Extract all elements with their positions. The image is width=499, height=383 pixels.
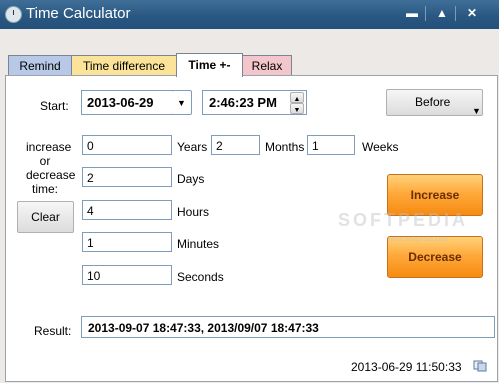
title-separator [455, 6, 456, 21]
client-area: Remind Time difference Time +- Relax Sta… [0, 29, 499, 383]
time-up-spinner[interactable]: ▲ [290, 92, 304, 103]
hours-input[interactable]: 4 [82, 200, 172, 220]
minutes-label: Minutes [177, 237, 220, 251]
tab-time-plus-minus[interactable]: Time +- [176, 53, 243, 77]
months-input[interactable]: 2 [211, 135, 260, 155]
result-output: 2013-09-07 18:47:33, 2013/09/07 18:47:33 [81, 316, 495, 338]
title-separator [425, 6, 426, 21]
tab-time-difference[interactable]: Time difference [71, 55, 177, 76]
time-down-spinner[interactable]: ▼ [290, 103, 304, 114]
title-bar: Time Calculator ▬ ▲ ✕ [0, 0, 499, 29]
weeks-label: Weeks [362, 140, 399, 154]
start-date-input[interactable]: 2013-06-29 [81, 90, 178, 115]
before-after-dropdown[interactable]: Before ▼ [386, 89, 483, 116]
result-label: Result: [34, 324, 72, 338]
watermark-subtext: www.softpedia.com [388, 236, 449, 243]
side-line: time: [31, 182, 58, 196]
mode-label: Before [415, 95, 451, 109]
days-input[interactable]: 2 [82, 167, 172, 187]
years-label: Years [177, 140, 208, 154]
restore-button[interactable]: ▲ [430, 5, 454, 22]
side-line: or [39, 154, 51, 168]
start-label: Start: [40, 99, 69, 113]
years-input[interactable]: 0 [82, 135, 172, 155]
status-clock: 2013-06-29 11:50:33 [351, 360, 462, 374]
minutes-input[interactable]: 1 [82, 232, 172, 252]
clear-button[interactable]: Clear [17, 201, 74, 233]
copy-icon[interactable] [473, 360, 487, 372]
window-title: Time Calculator [26, 5, 131, 22]
seconds-input[interactable]: 10 [82, 265, 172, 285]
clock-icon [5, 6, 22, 23]
weeks-input[interactable]: 1 [307, 135, 355, 155]
close-button[interactable]: ✕ [460, 5, 484, 22]
chevron-down-icon: ▼ [177, 98, 186, 108]
side-line: increase [26, 140, 72, 154]
side-line: decrease [26, 168, 76, 182]
date-picker-button[interactable]: ▼ [172, 90, 192, 115]
watermark-text: SOFTPEDIA [338, 210, 469, 230]
hours-label: Hours [177, 205, 210, 219]
days-label: Days [177, 172, 205, 186]
minimize-button[interactable]: ▬ [400, 5, 424, 22]
tab-remind[interactable]: Remind [8, 55, 72, 76]
spin-up-icon: ▲ [293, 96, 301, 103]
increase-decrease-label: increase or decrease time: [26, 140, 76, 196]
chevron-down-icon: ▼ [472, 106, 481, 116]
months-label: Months [265, 140, 305, 154]
seconds-label: Seconds [177, 270, 224, 284]
spin-down-icon: ▼ [293, 107, 301, 114]
tab-relax[interactable]: Relax [242, 55, 292, 76]
